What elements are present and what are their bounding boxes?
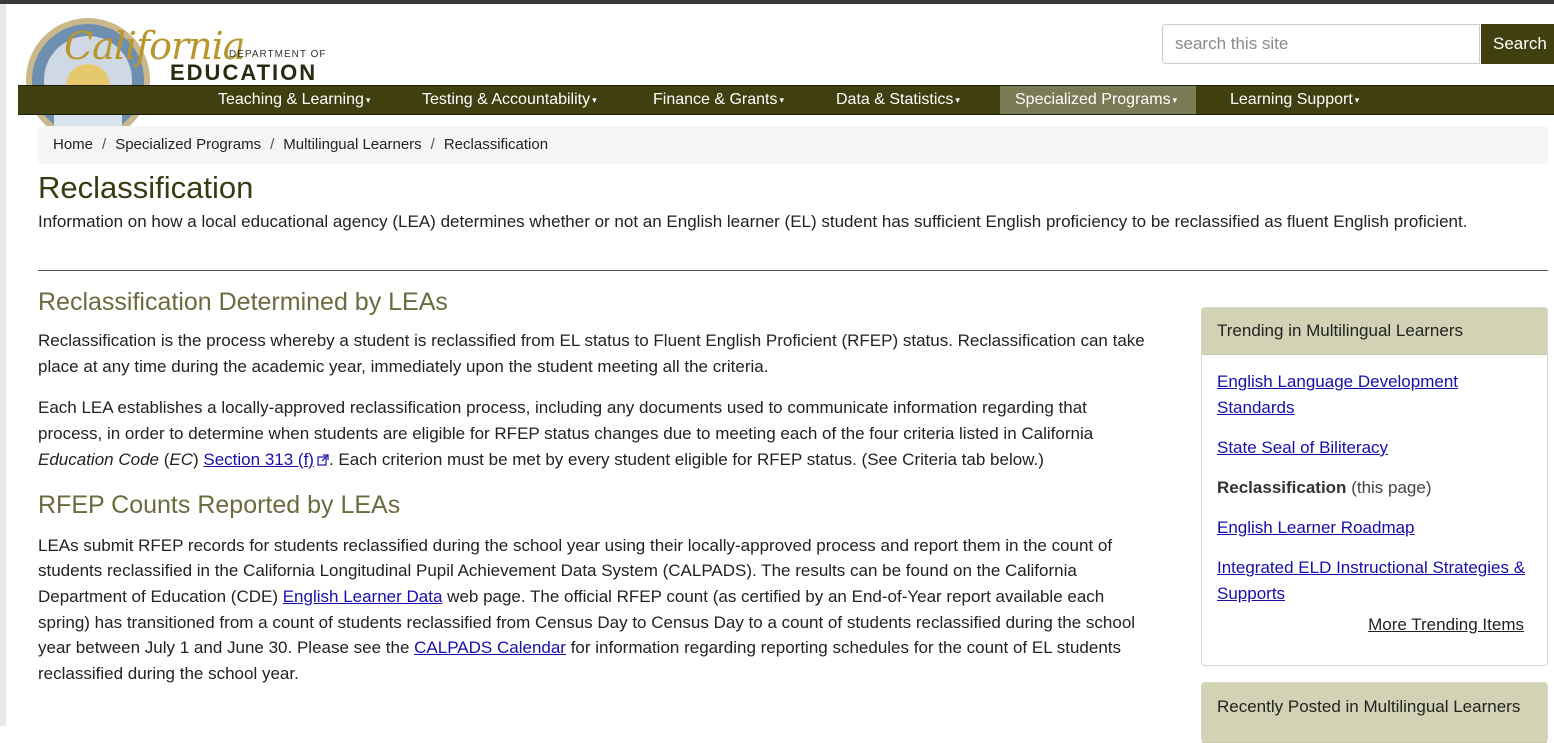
nav-learning-support[interactable]: Learning Support ▾ — [1215, 86, 1374, 114]
nav-label: Learning Support — [1230, 91, 1353, 108]
trending-link-integrated-eld[interactable]: Integrated ELD Instructional Strategies … — [1217, 558, 1525, 603]
section-heading-determined: Reclassification Determined by LEAs — [38, 288, 448, 316]
trending-list: English Language Development Standards S… — [1202, 355, 1547, 651]
trending-current-note: (this page) — [1351, 478, 1432, 497]
nav-testing-accountability[interactable]: Testing & Accountability ▾ — [407, 86, 612, 114]
text-run: ) — [193, 449, 204, 469]
trending-item: English Language Development Standards — [1217, 369, 1532, 421]
caret-down-icon: ▾ — [592, 95, 597, 105]
nav-finance-grants[interactable]: Finance & Grants ▾ — [638, 86, 799, 114]
nav-label: Specialized Programs — [1015, 91, 1171, 108]
section-paragraph: LEAs submit RFEP records for students re… — [38, 533, 1148, 687]
external-link-icon — [317, 454, 329, 466]
section-heading-rfep-counts: RFEP Counts Reported by LEAs — [38, 490, 401, 519]
trending-item: State Seal of Biliteracy — [1217, 435, 1532, 461]
trending-link-seal-biliteracy[interactable]: State Seal of Biliteracy — [1217, 438, 1388, 457]
nav-specialized-programs[interactable]: Specialized Programs ▾ — [1000, 86, 1196, 114]
trending-item: Integrated ELD Instructional Strategies … — [1217, 555, 1532, 607]
caret-down-icon: ▾ — [955, 95, 960, 105]
text-run: . Each criterion must be met by every st… — [328, 449, 1044, 469]
main-content: Reclassification Determined by LEAs Recl… — [38, 284, 1148, 687]
nav-label: Finance & Grants — [653, 91, 778, 108]
main-nav: Teaching & Learning ▾ Testing & Accountab… — [18, 85, 1554, 115]
window-top-border — [0, 0, 1554, 4]
breadcrumb: Home / Specialized Programs / Multilingual L… — [38, 126, 1548, 164]
text-run: ( — [158, 449, 170, 469]
trending-panel: Trending in Multilingual Learners Englis… — [1201, 307, 1548, 666]
logo-education-text: EDUCATION — [170, 60, 318, 85]
page-intro: Information on how a local educational a… — [38, 212, 1468, 231]
cde-logo[interactable]: California DEPARTMENT OF EDUCATION — [24, 10, 334, 142]
section-paragraph: Each LEA establishes a locally-approved … — [38, 395, 1148, 472]
caret-down-icon: ▾ — [365, 95, 371, 105]
trending-link-eld-standards[interactable]: English Language Development Standards — [1217, 372, 1458, 417]
nav-teaching-learning[interactable]: Teaching & Learning ▾ — [203, 86, 385, 114]
nav-label: Testing & Accountability — [422, 91, 591, 108]
breadcrumb-separator: / — [430, 136, 435, 153]
text-run-italic: Education Code — [38, 449, 159, 469]
nav-label: Data & Statistics — [836, 91, 954, 108]
breadcrumb-separator: / — [102, 136, 107, 153]
breadcrumb-home[interactable]: Home — [53, 136, 93, 153]
english-learner-data-link[interactable]: English Learner Data — [283, 587, 443, 606]
recently-posted-panel: Recently Posted in Multilingual Learners — [1201, 682, 1548, 743]
caret-down-icon: ▾ — [779, 95, 785, 105]
search-button[interactable]: Search — [1481, 24, 1554, 64]
nav-label: Teaching & Learning — [218, 91, 364, 108]
breadcrumb-separator: / — [270, 136, 275, 153]
section-paragraph: Reclassification is the process whereby … — [38, 331, 1145, 376]
title-divider — [38, 270, 1548, 271]
trending-link-el-roadmap[interactable]: English Learner Roadmap — [1217, 518, 1415, 537]
text-run-italic: EC — [169, 449, 193, 469]
window-left-edge — [0, 4, 6, 726]
text-run: Each LEA establishes a locally-approved … — [38, 398, 1094, 444]
calpads-calendar-link[interactable]: CALPADS Calendar — [414, 638, 566, 657]
more-trending-link[interactable]: More Trending Items — [1217, 615, 1532, 635]
section-313f-link[interactable]: Section 313 (f) — [203, 450, 314, 469]
search-input[interactable] — [1162, 24, 1480, 64]
breadcrumb-specialized-programs[interactable]: Specialized Programs — [115, 136, 261, 153]
trending-item: English Learner Roadmap — [1217, 515, 1532, 541]
caret-down-icon: ▾ — [1172, 95, 1178, 105]
trending-heading: Trending in Multilingual Learners — [1202, 308, 1547, 355]
logo-department-text: DEPARTMENT OF — [229, 49, 327, 60]
breadcrumb-multilingual-learners[interactable]: Multilingual Learners — [283, 136, 421, 153]
caret-down-icon: ▾ — [1354, 95, 1360, 105]
nav-data-statistics[interactable]: Data & Statistics ▾ — [821, 86, 975, 114]
trending-item-current: Reclassification (this page) — [1217, 475, 1532, 501]
breadcrumb-current: Reclassification — [443, 136, 549, 153]
recently-posted-heading: Recently Posted in Multilingual Learners — [1202, 683, 1547, 743]
trending-current-label: Reclassification — [1217, 478, 1347, 497]
page-title: Reclassification — [38, 170, 254, 205]
